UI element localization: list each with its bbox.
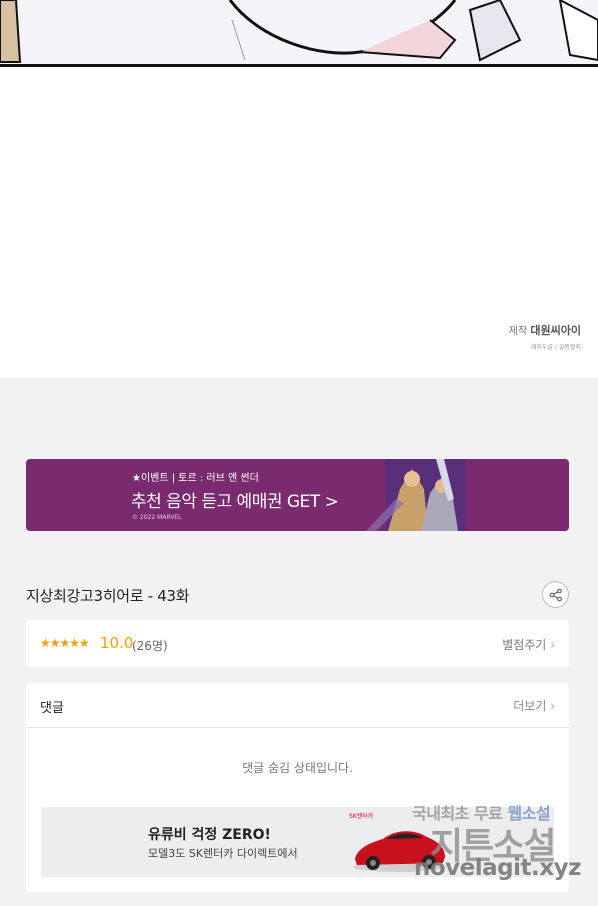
banner-main-text: 추천 음악 듣고 예매권 GET > <box>131 492 339 512</box>
credit-main: 제작 대원씨아이 <box>509 322 581 338</box>
share-button[interactable] <box>542 581 569 608</box>
share-icon <box>549 588 562 601</box>
chevron-right-icon: › <box>550 699 555 713</box>
movie-poster-image <box>366 459 466 531</box>
comments-title: 댓글 <box>40 701 64 716</box>
banner-top-text: ★이벤트 | 토르 : 러브 앤 썬더 <box>132 473 259 484</box>
comic-panel-strip <box>0 0 598 67</box>
rating-count: (26명) <box>132 639 168 653</box>
watermark: 국내최초 무료 웹소설 지튼소설 novelagit.xyz <box>412 797 598 897</box>
comments-hidden-message: 댓글 숨김 상태입니다. <box>242 761 353 775</box>
rating-card: ★★★★★ 10.0 (26명) 별점주기 › <box>26 620 569 667</box>
rate-button-label: 별점주기 <box>502 638 547 652</box>
watermark-url: novelagit.xyz <box>414 855 581 881</box>
comments-more-button[interactable]: 더보기 › <box>513 697 555 714</box>
ad-title: 유류비 걱정 ZERO! <box>148 827 271 843</box>
ad-subtitle: 모델3도 SK렌터카 다이렉트에서 <box>148 847 298 860</box>
rating-stars: ★★★★★ <box>40 636 90 650</box>
credit-studio: 대원씨아이 <box>530 324 581 337</box>
more-label: 더보기 <box>513 699 547 713</box>
banner-copyright: © 2022 MARVEL <box>132 514 182 521</box>
credit-sub: 재미두골 / 골짱컴지 <box>531 344 581 351</box>
chevron-right-icon: › <box>550 638 555 652</box>
event-banner[interactable]: ★이벤트 | 토르 : 러브 앤 썬더 추천 음악 듣고 예매권 GET > ©… <box>26 459 569 531</box>
ad-brand-logo: SK렌터카 <box>349 812 374 820</box>
episode-title: 지상최강고3히어로 - 43화 <box>26 587 190 605</box>
credit-block: 제작 대원씨아이 재미두골 / 골짱컴지 <box>509 322 581 351</box>
rate-button[interactable]: 별점주기 › <box>502 636 555 653</box>
rating-score: 10.0 <box>100 634 134 652</box>
comments-header: 댓글 더보기 › <box>26 683 569 728</box>
credit-label: 제작 <box>508 326 528 337</box>
